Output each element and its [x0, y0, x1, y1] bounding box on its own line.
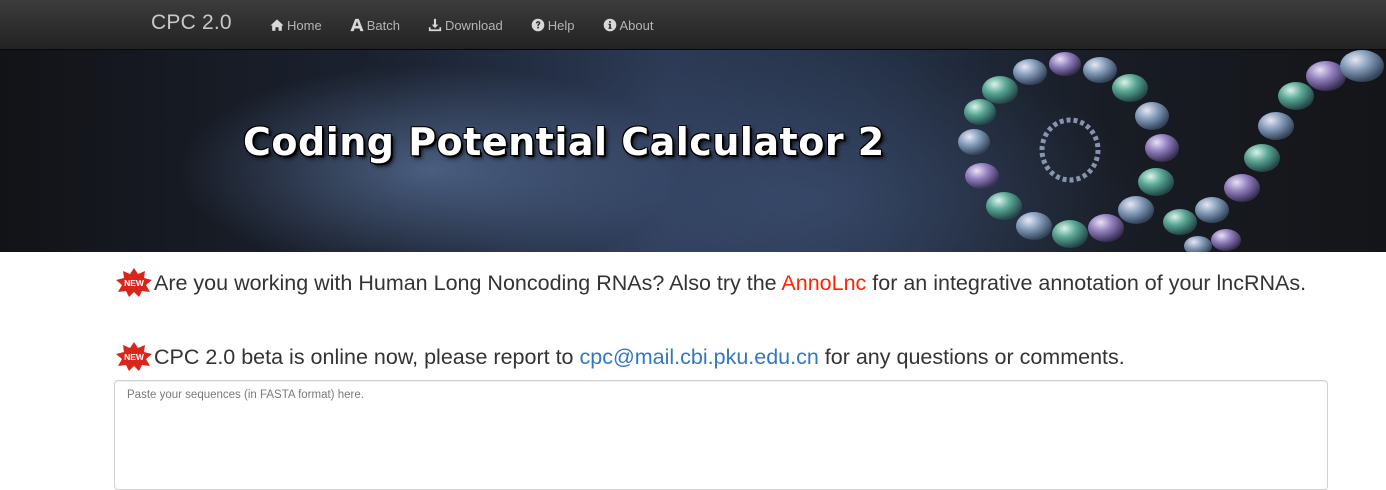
contact-email-link[interactable]: cpc@mail.cbi.pku.edu.cn — [579, 345, 818, 369]
nav-home-label: Home — [287, 17, 322, 33]
nav-help[interactable]: Help — [531, 0, 575, 50]
nav-batch-label: Batch — [366, 17, 400, 33]
annolnc-link[interactable]: AnnoLnc — [781, 271, 866, 295]
notice-1-text-after: for an integrative annotation of your ln… — [866, 271, 1307, 295]
home-icon — [270, 18, 284, 32]
help-icon — [531, 18, 545, 32]
info-icon — [603, 18, 617, 32]
nav-menu: Home Batch Download Help About — [270, 0, 682, 50]
nav-home[interactable]: Home — [270, 0, 322, 50]
download-icon — [428, 18, 442, 32]
notice-annolnc: NEW Are you working with Human Long Nonc… — [114, 266, 1329, 300]
rna-structure-illustration — [958, 50, 1384, 252]
nav-batch[interactable]: Batch — [350, 0, 400, 50]
new-badge-icon: NEW — [116, 268, 152, 297]
notice-beta: NEW CPC 2.0 beta is online now, please r… — [114, 340, 1329, 374]
notice-2-text-after: for any questions or comments. — [818, 345, 1125, 369]
batch-icon — [350, 18, 364, 32]
nav-about[interactable]: About — [603, 0, 654, 50]
svg-text:NEW: NEW — [124, 352, 145, 362]
notice-2-text-before: CPC 2.0 beta is online now, please repor… — [154, 345, 580, 369]
nav-help-label: Help — [547, 17, 575, 33]
nav-download-label: Download — [444, 17, 503, 33]
new-badge-icon: NEW — [116, 342, 152, 371]
header-banner: Coding Potential Calculator 2 — [0, 50, 1386, 252]
brand-link[interactable]: CPC 2.0 — [151, 11, 232, 35]
top-navbar: CPC 2.0 Home Batch Download Help About — [0, 0, 1386, 50]
sequence-input[interactable] — [114, 380, 1328, 490]
notice-1-text-before: Are you working with Human Long Noncodin… — [154, 271, 782, 295]
nav-download[interactable]: Download — [428, 0, 503, 50]
svg-text:NEW: NEW — [124, 278, 145, 288]
banner-title: Coding Potential Calculator 2 — [243, 120, 885, 164]
nav-about-label: About — [619, 17, 654, 33]
